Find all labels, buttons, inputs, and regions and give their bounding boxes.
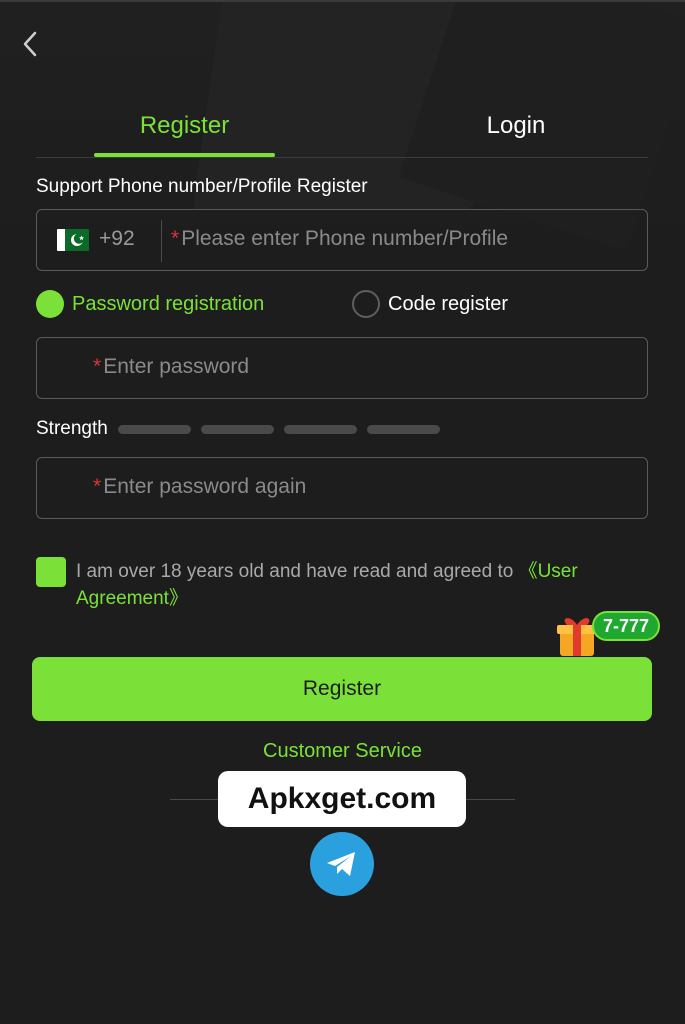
back-button[interactable] bbox=[14, 28, 46, 60]
agreement-statement: I am over 18 years old and have read and… bbox=[76, 561, 519, 582]
radio-code-label: Code register bbox=[388, 292, 509, 315]
gift-icon[interactable] bbox=[556, 612, 598, 658]
auth-tabs: Register Login bbox=[36, 96, 648, 158]
pakistan-flag-icon[interactable] bbox=[57, 229, 89, 251]
strength-bar bbox=[200, 424, 274, 434]
radio-unselected-icon bbox=[352, 290, 380, 318]
radio-password-label: Password registration bbox=[72, 292, 265, 315]
password-strength: Strength bbox=[36, 418, 450, 440]
top-border bbox=[0, 0, 685, 2]
strength-bar bbox=[366, 424, 440, 434]
password-placeholder-text: Enter password bbox=[103, 355, 250, 378]
country-code[interactable]: +92 bbox=[99, 227, 135, 251]
field-divider bbox=[161, 220, 162, 262]
tab-login[interactable]: Login bbox=[456, 96, 576, 156]
customer-service-link[interactable]: Customer Service bbox=[0, 740, 685, 763]
telegram-icon bbox=[327, 852, 355, 876]
password-field[interactable]: *Enter password bbox=[36, 337, 648, 399]
watermark: Apkxget.com bbox=[218, 771, 466, 827]
agreement-text: I am over 18 years old and have read and… bbox=[76, 558, 636, 612]
required-mark: * bbox=[93, 475, 102, 498]
strength-bar bbox=[117, 424, 191, 434]
required-mark: * bbox=[171, 227, 180, 250]
promo-badge[interactable]: 7-777 bbox=[592, 611, 661, 641]
phone-field[interactable]: +92 *Please enter Phone number/Profile bbox=[36, 209, 648, 271]
phone-placeholder: *Please enter Phone number/Profile bbox=[171, 227, 508, 251]
confirm-placeholder-text: Enter password again bbox=[103, 475, 307, 498]
radio-password-registration[interactable]: Password registration bbox=[36, 290, 264, 318]
chevron-left-icon bbox=[23, 31, 37, 57]
register-button[interactable]: Register bbox=[32, 657, 652, 721]
telegram-button[interactable] bbox=[310, 832, 374, 896]
confirm-password-field[interactable]: *Enter password again bbox=[36, 457, 648, 519]
radio-selected-icon bbox=[36, 290, 64, 318]
strength-bar bbox=[283, 424, 357, 434]
phone-section-label: Support Phone number/Profile Register bbox=[36, 176, 368, 197]
confirm-placeholder: *Enter password again bbox=[93, 475, 306, 499]
strength-label: Strength bbox=[36, 418, 108, 439]
active-tab-indicator bbox=[94, 153, 275, 157]
radio-code-register[interactable]: Code register bbox=[352, 290, 508, 318]
phone-placeholder-text: Please enter Phone number/Profile bbox=[181, 227, 509, 250]
tab-register[interactable]: Register bbox=[94, 96, 275, 156]
password-placeholder: *Enter password bbox=[93, 355, 249, 379]
agreement-checkbox[interactable] bbox=[36, 557, 66, 587]
required-mark: * bbox=[93, 355, 102, 378]
